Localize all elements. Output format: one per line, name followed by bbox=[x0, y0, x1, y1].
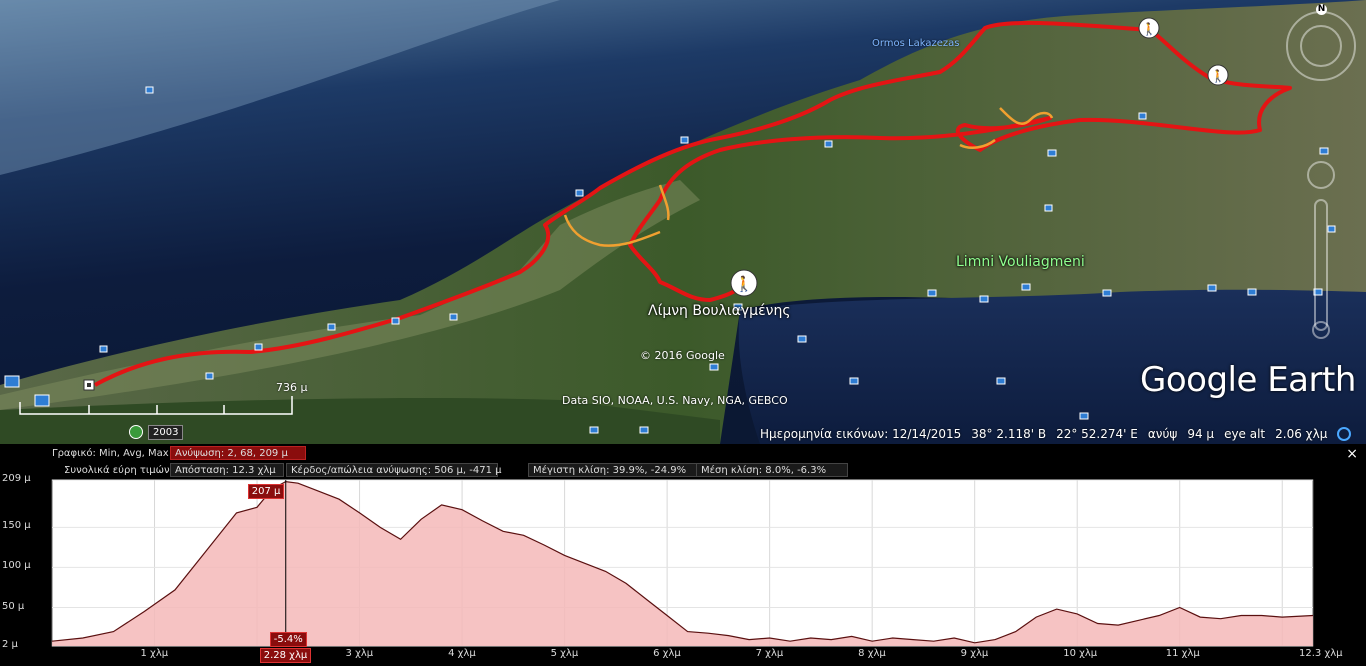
svg-text:🚶: 🚶 bbox=[735, 275, 754, 293]
marker-distance-tag: 2.28 χλμ bbox=[259, 648, 312, 663]
eye-alt-value: 2.06 χλμ bbox=[1275, 427, 1328, 441]
marker-elevation-tag: 207 μ bbox=[247, 484, 285, 499]
copyright-text: © 2016 Google bbox=[640, 349, 725, 362]
earth-map-view[interactable]: 🚶 🚶 🚶 Ormos Lakazezas Limni Vouliagmeni … bbox=[0, 0, 1366, 444]
marker-slope-tag: -5.4% bbox=[269, 632, 307, 647]
eye-alt-label: eye alt bbox=[1224, 427, 1266, 441]
image-date: Ημερομηνία εικόνων: 12/14/2015 bbox=[760, 427, 962, 441]
place-label-ormos: Ormos Lakazezas bbox=[872, 38, 960, 49]
google-earth-logo: Google Earth bbox=[1140, 360, 1356, 400]
scale-label: 736 μ bbox=[276, 381, 308, 394]
place-label-limni-gr: Λίμνη Βουλιαγμένης bbox=[648, 303, 791, 319]
place-label-limni-en: Limni Vouliagmeni bbox=[956, 254, 1085, 270]
historical-year-badge[interactable]: 2003 bbox=[148, 425, 184, 440]
longitude: 22° 52.274' Ε bbox=[1056, 427, 1138, 441]
north-indicator[interactable]: N bbox=[1316, 4, 1327, 15]
elevation-value: 94 μ bbox=[1187, 427, 1215, 441]
elevation-label: ανύψ bbox=[1147, 427, 1178, 441]
streaming-indicator-icon bbox=[1337, 427, 1352, 441]
data-credit-text: Data SIO, NOAA, U.S. Navy, NGA, GEBCO bbox=[562, 394, 788, 407]
history-clock-icon[interactable] bbox=[129, 425, 143, 439]
latitude: 38° 2.118' Β bbox=[971, 427, 1047, 441]
svg-text:🚶: 🚶 bbox=[1142, 22, 1157, 36]
status-bar: Ημερομηνία εικόνων: 12/14/2015 38° 2.118… bbox=[760, 424, 1366, 444]
svg-text:🚶: 🚶 bbox=[1211, 69, 1226, 83]
elevation-chart[interactable] bbox=[0, 444, 1366, 666]
